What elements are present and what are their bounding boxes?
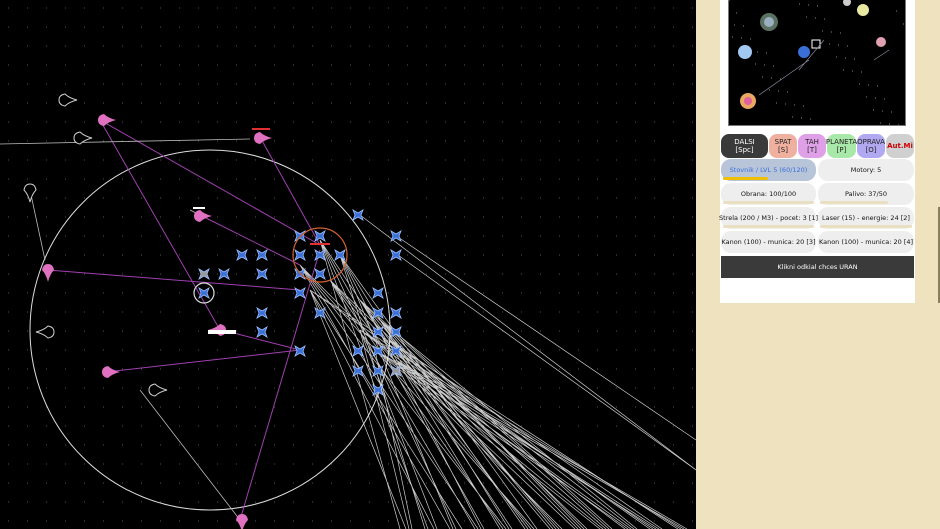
- player-health-bar: [310, 243, 330, 245]
- ship-name-level: Stovnik / LVL 5 (60/120): [721, 159, 816, 181]
- player-ship-icon: [256, 307, 268, 319]
- fuel-text: Palivo: 37/50: [844, 190, 888, 198]
- planet-icon: [764, 17, 774, 27]
- weapon-slot-2[interactable]: Laser (15) - energie: 24 [2]: [818, 207, 914, 229]
- xp-bar: [723, 177, 768, 180]
- player-ship-icon: [198, 268, 210, 280]
- planet-icon: [876, 37, 886, 47]
- control-panel: DALSI [Spc] SPAT [S] TAH [T] PLANETA [P]…: [719, 0, 915, 303]
- grid-dots: [8, 7, 693, 522]
- weapon-slot-1-text: Strela (200 / M3) - pocet: 3 [1]: [719, 214, 818, 222]
- fuel-bar: [820, 201, 888, 204]
- player-ship-icon: [236, 249, 248, 261]
- enemy-health-bar: [193, 207, 205, 209]
- enemy-health-bar: [252, 128, 270, 130]
- weapon-1-bar: [723, 225, 814, 228]
- player-ship-icon: [372, 287, 384, 299]
- minimap-canvas[interactable]: [729, 0, 906, 126]
- wreck-ship-icon: [23, 183, 37, 203]
- player-ship-icon: [390, 230, 402, 242]
- enemy-ship-icon: [102, 366, 120, 378]
- minimap[interactable]: [728, 0, 906, 126]
- planet-icon: [857, 4, 869, 16]
- enemy-ship-icon: [42, 264, 54, 282]
- weapon-2-bar: [820, 225, 912, 228]
- wreck-ship-icon: [58, 93, 78, 107]
- player-ship-icon: [390, 307, 402, 319]
- engines-text: Motory: 5: [850, 166, 882, 174]
- player-ship-icon: [256, 249, 268, 261]
- auto-mission-button[interactable]: Aut.Mi: [886, 134, 914, 158]
- minimap-stars: [729, 0, 905, 125]
- weapon-slot-4-text: Kanon (100) - munica: 20 [4]: [818, 238, 914, 246]
- player-ship-icon: [352, 209, 364, 221]
- player-ship-icon: [256, 326, 268, 338]
- enemy-health-bar: [208, 330, 236, 334]
- armor-bar: [723, 201, 814, 204]
- weapon-slot-2-text: Laser (15) - energie: 24 [2]: [822, 214, 910, 222]
- player-ship-icon: [218, 268, 230, 280]
- next-turn-button[interactable]: DALSI [Spc]: [721, 134, 768, 158]
- planet-button[interactable]: PLANETA [P]: [826, 134, 857, 158]
- player-ship-icon: [314, 230, 326, 242]
- weapon-slot-3-text: Kanon (100) - munica: 20 [3]: [721, 238, 816, 246]
- enemy-beams: [47, 119, 321, 521]
- minimap-viewport: [811, 39, 821, 49]
- enemy-ship-icon: [236, 514, 248, 529]
- armor-stat: Obrana: 100/100: [721, 183, 816, 205]
- ship-name-level-text: Stovnik / LVL 5 (60/120): [729, 166, 808, 174]
- player-ship-icon: [294, 249, 306, 261]
- player-fleet-icon: [798, 46, 810, 58]
- weapon-slot-3[interactable]: Kanon (100) - munica: 20 [3]: [721, 231, 816, 253]
- weapon-slot-4[interactable]: Kanon (100) - munica: 20 [4]: [818, 231, 914, 253]
- game-board[interactable]: [0, 0, 696, 529]
- wreck-ship-icon: [35, 325, 55, 339]
- player-ship-icon: [256, 268, 268, 280]
- player-ship-icon: [390, 326, 402, 338]
- planet-icon: [738, 45, 752, 59]
- planet-icon: [744, 97, 752, 105]
- space-map[interactable]: [0, 0, 696, 529]
- player-ship-icon: [334, 249, 346, 261]
- engines-stat: Motory: 5: [818, 159, 914, 181]
- minimap-trails: [758, 39, 890, 96]
- player-ship-icon: [294, 345, 306, 357]
- armor-text: Obrana: 100/100: [740, 190, 797, 198]
- player-ship-icon: [390, 249, 402, 261]
- weapon-slot-1[interactable]: Strela (200 / M3) - pocet: 3 [1]: [719, 207, 818, 229]
- wreck-ship-icon: [148, 383, 168, 397]
- back-button[interactable]: SPAT [S]: [769, 134, 797, 158]
- player-ship-icon: [198, 287, 210, 299]
- repair-button[interactable]: OPRAVA [O]: [857, 134, 885, 158]
- status-message: Klikni odkial chces URAN: [721, 256, 914, 278]
- planet-icon: [843, 0, 851, 6]
- fuel-stat: Palivo: 37/50: [818, 183, 914, 205]
- player-ship-icon: [314, 268, 326, 280]
- move-button[interactable]: TAH [T]: [798, 134, 826, 158]
